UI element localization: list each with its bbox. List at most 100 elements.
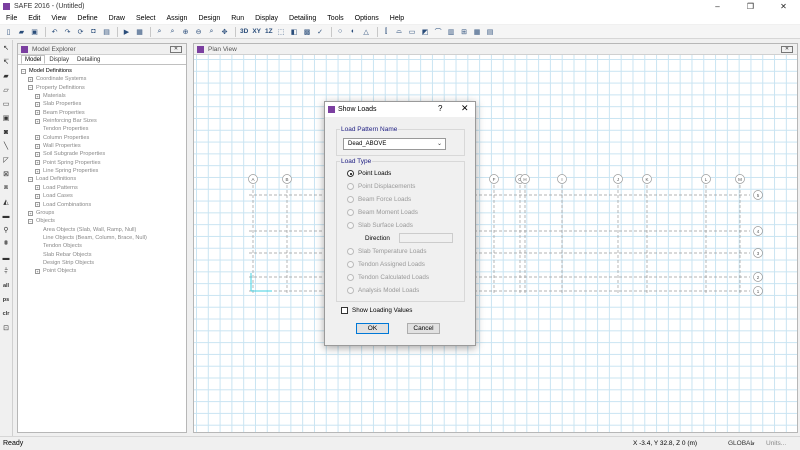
lock-icon[interactable]: ◘: [88, 26, 99, 37]
open-folder-icon[interactable]: ▰: [16, 26, 27, 37]
check-icon[interactable]: ✓: [315, 26, 326, 37]
tree-item[interactable]: + Coordinate Systems: [18, 75, 186, 83]
grid-icon[interactable]: ⫩: [1, 267, 11, 277]
tree-item[interactable]: + Groups: [18, 209, 186, 217]
collapse-icon[interactable]: −: [28, 177, 33, 183]
draw-spring-icon[interactable]: ⩩: [1, 239, 11, 249]
zoom-previous-icon[interactable]: ⌕: [206, 26, 217, 37]
expand-icon[interactable]: +: [35, 193, 40, 199]
save-icon[interactable]: ▣: [29, 26, 40, 37]
expand-icon[interactable]: +: [35, 185, 40, 191]
maximize-button[interactable]: ❐: [734, 0, 767, 12]
expand-icon[interactable]: +: [35, 202, 40, 208]
minimize-button[interactable]: –: [701, 0, 734, 12]
beam-icon[interactable]: ⌓: [394, 26, 405, 37]
draw-wall-icon[interactable]: ⧈: [1, 183, 11, 193]
tab-model[interactable]: Model: [21, 55, 46, 64]
expand-icon[interactable]: +: [35, 168, 40, 174]
menu-detailing[interactable]: Detailing: [289, 15, 316, 22]
help-button[interactable]: ?: [438, 104, 442, 113]
tree-item[interactable]: + Wall Properties: [18, 142, 186, 150]
clear-selection-button[interactable]: clr: [0, 309, 12, 319]
menu-file[interactable]: File: [6, 15, 17, 22]
expand-icon[interactable]: +: [35, 102, 40, 108]
menu-design[interactable]: Design: [198, 15, 220, 22]
draw-dimension-icon[interactable]: ▬: [1, 253, 11, 263]
load-type-option[interactable]: Point Loads: [347, 170, 391, 177]
collapse-icon[interactable]: −: [28, 218, 33, 224]
perspective-icon[interactable]: ◧: [289, 26, 300, 37]
tree-item[interactable]: Area Objects (Slab, Wall, Ramp, Null): [18, 226, 186, 234]
tree-item[interactable]: + Load Combinations: [18, 201, 186, 209]
toggle-icon[interactable]: ⊡: [1, 323, 11, 333]
tree-item[interactable]: Slab Rebar Objects: [18, 251, 186, 259]
plan-view-close-button[interactable]: ✕: [781, 45, 793, 53]
collapse-icon[interactable]: −: [28, 85, 33, 91]
menu-help[interactable]: Help: [390, 15, 404, 22]
tree-item[interactable]: + Slab Properties: [18, 100, 186, 108]
expand-icon[interactable]: +: [35, 110, 40, 116]
tree-item[interactable]: − Load Definitions: [18, 175, 186, 183]
print-icon[interactable]: ▤: [101, 26, 112, 37]
column-icon[interactable]: ⫿: [381, 26, 392, 37]
tree-item[interactable]: − Model Definitions: [18, 67, 186, 75]
expand-icon[interactable]: +: [35, 93, 40, 99]
circle-icon[interactable]: ○: [335, 26, 346, 37]
tree-item[interactable]: − Objects: [18, 217, 186, 225]
slab-icon[interactable]: ▭: [407, 26, 418, 37]
menu-define[interactable]: Define: [77, 15, 97, 22]
refresh-icon[interactable]: ⟳: [75, 26, 86, 37]
pointer-icon[interactable]: ↖: [1, 43, 11, 53]
tab-detailing[interactable]: Detailing: [73, 55, 104, 64]
tree-item[interactable]: + Line Spring Properties: [18, 167, 186, 175]
draw-line-icon[interactable]: ╲: [1, 141, 11, 151]
view-3d-button[interactable]: 3D: [239, 26, 249, 37]
expand-icon[interactable]: +: [35, 152, 40, 158]
menu-select[interactable]: Select: [136, 15, 155, 22]
draw-point-icon[interactable]: ▰: [1, 71, 11, 81]
warning-icon[interactable]: △: [361, 26, 372, 37]
cancel-button[interactable]: Cancel: [407, 323, 440, 334]
menu-tools[interactable]: Tools: [327, 15, 343, 22]
tree-item[interactable]: Design Strip Objects: [18, 259, 186, 267]
menu-display[interactable]: Display: [255, 15, 278, 22]
tab-display[interactable]: Display: [45, 55, 73, 64]
expand-icon[interactable]: +: [35, 160, 40, 166]
plan-canvas[interactable]: 54321ABCDEFGHIJKLM: [194, 55, 797, 432]
menu-draw[interactable]: Draw: [109, 15, 125, 22]
strip-icon[interactable]: ▥: [446, 26, 457, 37]
tree-item[interactable]: + Point Spring Properties: [18, 159, 186, 167]
zoom-in-icon[interactable]: ⊕: [180, 26, 191, 37]
previous-selection-button[interactable]: ps: [0, 295, 12, 305]
zoom-fit-icon[interactable]: ⌕: [167, 26, 178, 37]
menu-edit[interactable]: Edit: [28, 15, 40, 22]
expand-icon[interactable]: +: [35, 268, 40, 274]
pan-icon[interactable]: ✥: [219, 26, 230, 37]
close-window-button[interactable]: ✕: [767, 0, 800, 12]
tree-item[interactable]: + Column Properties: [18, 134, 186, 142]
table-icon[interactable]: ▤: [485, 26, 496, 37]
view-1z-button[interactable]: 1Z: [264, 26, 274, 37]
expand-icon[interactable]: +: [35, 118, 40, 124]
menu-run[interactable]: Run: [231, 15, 244, 22]
tree-item[interactable]: + Beam Properties: [18, 109, 186, 117]
chevron-down-icon[interactable]: ▾: [752, 441, 755, 447]
tree-item[interactable]: + Materials: [18, 92, 186, 100]
undo-icon[interactable]: ↶: [49, 26, 60, 37]
expand-icon[interactable]: +: [35, 135, 40, 141]
tree-item[interactable]: + Load Cases: [18, 192, 186, 200]
tendon-icon[interactable]: ⌒: [433, 26, 444, 37]
tree-item[interactable]: + Soil Subgrade Properties: [18, 150, 186, 158]
draw-tendon-icon[interactable]: ◭: [1, 197, 11, 207]
menu-assign[interactable]: Assign: [166, 15, 187, 22]
wall-icon[interactable]: ◩: [420, 26, 431, 37]
view-xy-button[interactable]: XY: [251, 26, 262, 37]
rubber-band-icon[interactable]: ⬚: [276, 26, 287, 37]
load-pattern-select[interactable]: Dead_ABOVE ⌄: [343, 138, 446, 150]
new-file-icon[interactable]: ▯: [3, 26, 14, 37]
select-all-button[interactable]: all: [0, 281, 12, 291]
object-shrink-icon[interactable]: ▩: [302, 26, 313, 37]
draw-rectangle-icon[interactable]: ▭: [1, 99, 11, 109]
expand-icon[interactable]: +: [35, 143, 40, 149]
units-button[interactable]: Units...: [766, 440, 786, 447]
